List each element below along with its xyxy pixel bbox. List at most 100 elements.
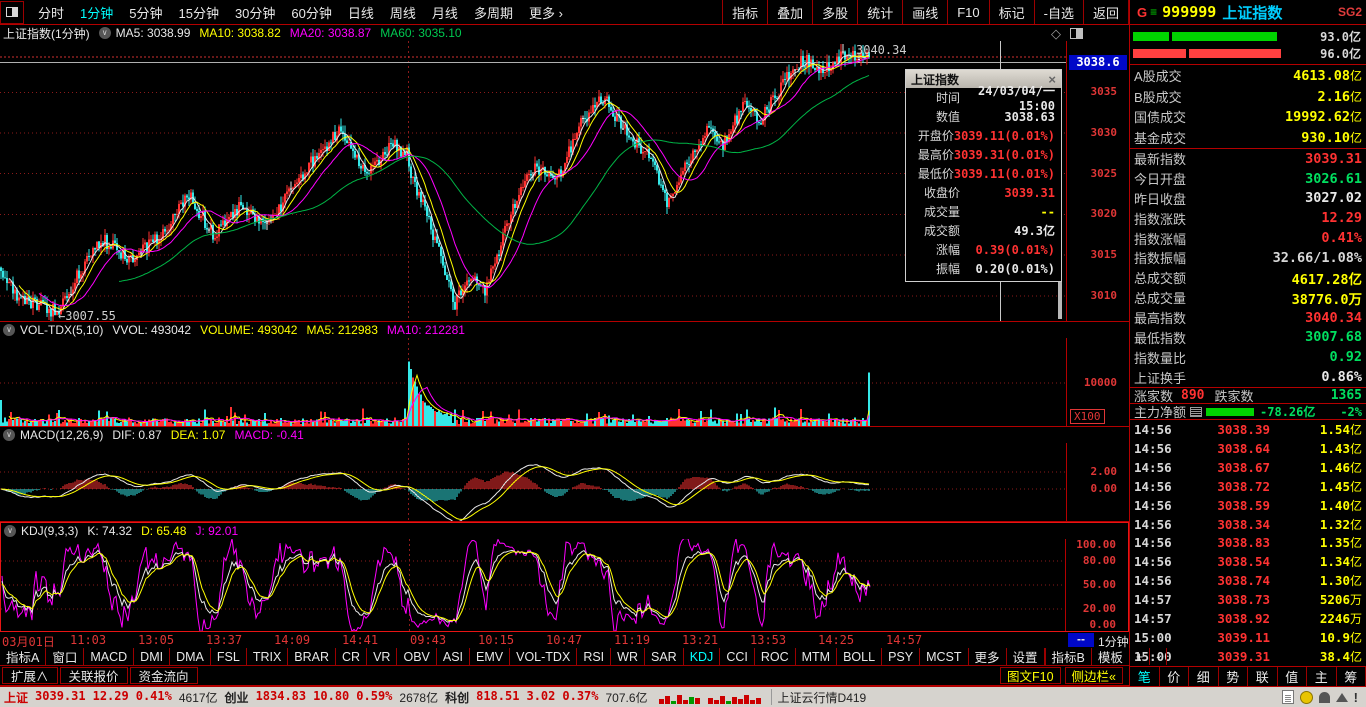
- tool-画线[interactable]: 画线: [902, 0, 947, 24]
- extension-扩展∧[interactable]: 扩展∧: [2, 667, 58, 684]
- kdj-chart-pane[interactable]: 100.0080.0050.0020.000.00: [1, 539, 1128, 631]
- quote-tab-势[interactable]: 势: [1219, 667, 1249, 686]
- collapse-chevron-icon[interactable]: ∨: [3, 324, 15, 336]
- indicator-tab-TRIX[interactable]: TRIX: [247, 648, 288, 665]
- quote-tab-主[interactable]: 主: [1307, 667, 1337, 686]
- indicator-tab--[interactable]: -: [1150, 648, 1167, 665]
- period-tab-15分钟[interactable]: 15分钟: [170, 6, 226, 21]
- indicator-tab-FSL[interactable]: FSL: [211, 648, 247, 665]
- detail-list-icon[interactable]: [1190, 407, 1202, 417]
- indicator-tab-模板[interactable]: 模板: [1092, 648, 1130, 665]
- indicator-tab-ASI[interactable]: ASI: [437, 648, 470, 665]
- indicator-tab-SAR[interactable]: SAR: [645, 648, 684, 665]
- signal-icon[interactable]: [1336, 693, 1348, 702]
- indicator-tab-ROC[interactable]: ROC: [755, 648, 796, 665]
- kline-tooltip: 上证指数 × 时间24/03/04/一 15:00数值3038.63开盘价303…: [905, 69, 1062, 282]
- breadth-bar: [738, 699, 743, 704]
- tick-amount: 1.34亿: [1270, 553, 1362, 570]
- period-tab-日线[interactable]: 日线: [340, 6, 382, 21]
- graphic-f10-button[interactable]: 图文F10: [1000, 667, 1061, 684]
- indicator-tab-RSI[interactable]: RSI: [577, 648, 611, 665]
- period-tab-多周期[interactable]: 多周期: [466, 6, 521, 21]
- tooltip-row: 最低价3039.11(0.01%): [906, 164, 1061, 183]
- ma-readout: MA5: 3038.99MA10: 3038.82MA20: 3038.87MA…: [116, 26, 471, 40]
- alert-icon[interactable]: !: [1354, 690, 1358, 705]
- tick-time: 14:56: [1134, 460, 1178, 475]
- period-tab-月线[interactable]: 月线: [424, 6, 466, 21]
- period-tab-更多 ›[interactable]: 更多 ›: [521, 6, 571, 21]
- indicator-tab-MCST[interactable]: MCST: [920, 648, 968, 665]
- indicator-tab-EMV[interactable]: EMV: [470, 648, 510, 665]
- indicator-tab-更多[interactable]: 更多: [969, 648, 1007, 665]
- turnover-rows: A股成交4613.08亿B股成交2.16亿国债成交19992.62亿基金成交93…: [1130, 65, 1366, 149]
- macd-pane-title: ∨ MACD(12,26,9) DIF: 0.87DEA: 1.07MACD: …: [0, 427, 1129, 443]
- quote-tab-筹[interactable]: 筹: [1337, 667, 1366, 686]
- status-index-price: 1834.83: [256, 689, 307, 706]
- tool-返回[interactable]: 返回: [1083, 0, 1129, 24]
- indicator-tab-BRAR[interactable]: BRAR: [288, 648, 336, 665]
- indicator-tab-指标B[interactable]: 指标B: [1046, 648, 1092, 665]
- period-tab-5分钟[interactable]: 5分钟: [121, 6, 170, 21]
- indicator-tab-KDJ[interactable]: KDJ: [684, 648, 721, 665]
- indicator-tab-CR[interactable]: CR: [336, 648, 367, 665]
- indicator-tab-DMI[interactable]: DMI: [134, 648, 170, 665]
- indicator-tab-BOLL[interactable]: BOLL: [837, 648, 882, 665]
- breadth-bar: [695, 698, 700, 704]
- window-icon[interactable]: [0, 1, 24, 24]
- tooltip-row-label: 收盘价: [912, 184, 960, 201]
- coin-icon[interactable]: [1300, 691, 1313, 704]
- cup-icon[interactable]: [1319, 692, 1330, 703]
- indicator-tab-MTM[interactable]: MTM: [796, 648, 837, 665]
- tool-标记[interactable]: 标记: [989, 0, 1034, 24]
- indicator-tab-PSY[interactable]: PSY: [882, 648, 920, 665]
- indicator-tab-OBV[interactable]: OBV: [397, 648, 436, 665]
- extension-关联报价[interactable]: 关联报价: [60, 667, 128, 684]
- collapse-chevron-icon[interactable]: ∨: [99, 27, 111, 39]
- indicator-tab-窗口[interactable]: 窗口: [46, 648, 84, 665]
- indicator-tab-+[interactable]: +: [1130, 648, 1150, 665]
- tool--自选[interactable]: -自选: [1034, 0, 1083, 24]
- period-tab-30分钟[interactable]: 30分钟: [227, 6, 283, 21]
- indicator-tab-VOL-TDX[interactable]: VOL-TDX: [510, 648, 577, 665]
- period-tab-分时[interactable]: 分时: [30, 6, 72, 21]
- quote-tab-联[interactable]: 联: [1248, 667, 1278, 686]
- tool-F10[interactable]: F10: [947, 0, 988, 24]
- indicator-tab-CCI[interactable]: CCI: [720, 648, 755, 665]
- status-index-name: 创业: [225, 689, 249, 706]
- tool-指标[interactable]: 指标: [722, 0, 767, 24]
- collapse-chevron-icon[interactable]: ∨: [4, 525, 16, 537]
- time-axis-label: 13:21: [682, 633, 718, 647]
- tool-统计[interactable]: 统计: [857, 0, 902, 24]
- report-icon[interactable]: [1282, 690, 1294, 704]
- indicator-tab-VR[interactable]: VR: [367, 648, 397, 665]
- top-menu-bar: 分时1分钟5分钟15分钟30分钟60分钟日线周线月线多周期更多 › 指标叠加多股…: [0, 0, 1366, 25]
- quote-tab-价[interactable]: 价: [1160, 667, 1190, 686]
- period-tab-周线[interactable]: 周线: [382, 6, 424, 21]
- quote-tab-笔[interactable]: 笔: [1130, 667, 1160, 686]
- indicator-tab-DMA[interactable]: DMA: [170, 648, 211, 665]
- breadth-bar: [750, 700, 755, 704]
- diamond-icon[interactable]: ◇: [1051, 27, 1061, 40]
- quote-tab-细[interactable]: 细: [1189, 667, 1219, 686]
- indicator-tab-设置[interactable]: 设置: [1007, 648, 1045, 665]
- macd-chart-pane[interactable]: 2.000.00: [0, 443, 1129, 522]
- menu-burger-icon[interactable]: ≡: [1150, 5, 1157, 19]
- indicator-tab-WR[interactable]: WR: [611, 648, 645, 665]
- price-chart-pane[interactable]: 3040.34 ←3007.55 3038.6 3035303030253020…: [0, 41, 1129, 322]
- kdj-section-selected[interactable]: ∨ KDJ(9,3,3) K: 74.32D: 65.48J: 92.01 10…: [0, 522, 1129, 632]
- volume-chart-pane[interactable]: X100 10000: [0, 338, 1129, 427]
- tool-多股[interactable]: 多股: [812, 0, 857, 24]
- turnover-label: 国债成交: [1134, 107, 1186, 126]
- layout-split-icon[interactable]: [1070, 28, 1083, 39]
- tick-row: 14:563038.671.46亿: [1130, 458, 1366, 477]
- collapse-chevron-icon[interactable]: ∨: [3, 429, 15, 441]
- indicator-tab-指标A[interactable]: 指标A: [0, 648, 46, 665]
- extension-资金流向[interactable]: 资金流向: [130, 667, 198, 684]
- indicator-tab-MACD[interactable]: MACD: [84, 648, 134, 665]
- sidebar-toggle-button[interactable]: 侧边栏«: [1065, 667, 1123, 684]
- price-axis-label: 3010: [1091, 289, 1118, 302]
- period-tab-1分钟[interactable]: 1分钟: [72, 6, 121, 21]
- quote-tab-值[interactable]: 值: [1278, 667, 1308, 686]
- period-tab-60分钟[interactable]: 60分钟: [283, 6, 339, 21]
- tool-叠加[interactable]: 叠加: [767, 0, 812, 24]
